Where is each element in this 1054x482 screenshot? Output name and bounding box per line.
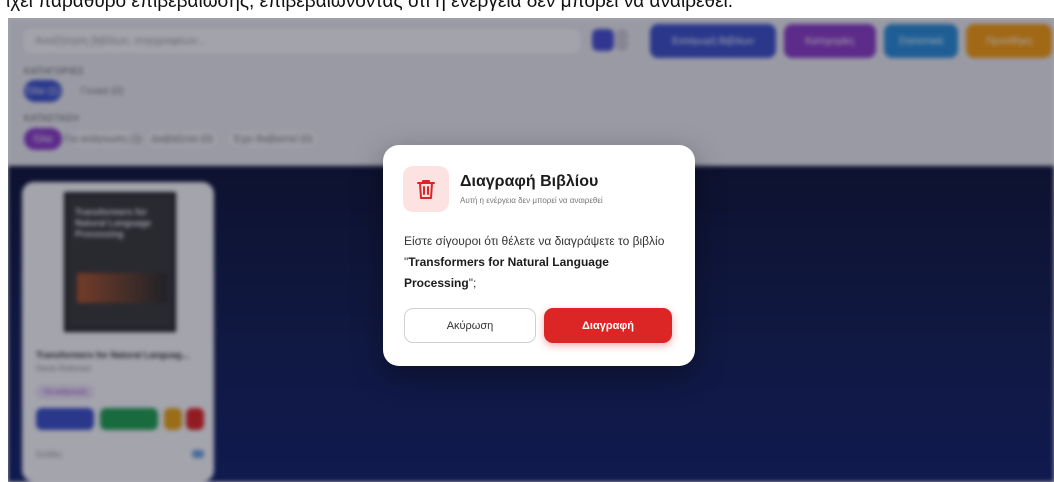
dialog-title: Διαγραφή Βιβλίου bbox=[460, 173, 599, 190]
caption-text: ιχει παράθυρο επιβεβαίωσης, επιβεβαιώνον… bbox=[6, 0, 734, 12]
dialog-message-suffix: "; bbox=[468, 276, 477, 290]
dialog-book-name: Transformers for Natural Language Proces… bbox=[404, 255, 609, 290]
delete-confirmation-dialog: Διαγραφή Βιβλίου Αυτή η ενέργεια δεν μπο… bbox=[383, 145, 695, 366]
trash-icon-container bbox=[403, 166, 449, 212]
trash-icon bbox=[417, 180, 435, 199]
cancel-button[interactable]: Ακύρωση bbox=[404, 308, 536, 343]
confirm-delete-button[interactable]: Διαγραφή bbox=[544, 308, 672, 343]
dialog-message: Είστε σίγουροι ότι θέλετε να διαγράψετε … bbox=[404, 231, 676, 294]
dialog-subtitle: Αυτή η ενέργεια δεν μπορεί να αναιρεθεί bbox=[460, 196, 603, 205]
